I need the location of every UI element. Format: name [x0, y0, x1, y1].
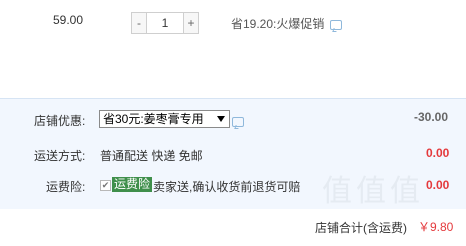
item-price: 59.00	[53, 13, 84, 27]
shipping-label: 运送方式:	[34, 149, 86, 163]
shipping-method: 普通配送 快递 免邮	[100, 149, 203, 163]
insurance-amount: 0.00	[426, 178, 450, 192]
qty-decrease-button[interactable]: -	[131, 12, 147, 34]
insurance-checkbox[interactable]: ✔	[100, 180, 111, 191]
item-promo: 省19.20:火爆促销	[231, 15, 343, 32]
discount-label: 店铺优惠:	[34, 114, 86, 128]
total-amount: ￥9.80	[418, 220, 454, 234]
discount-amount: -30.00	[414, 110, 449, 124]
qty-input[interactable]: 1	[147, 12, 183, 34]
insurance-tag: 运费险	[112, 177, 153, 192]
quantity-stepper: - 1 +	[131, 12, 199, 34]
insurance-text: 卖家送,确认收货前退货可赔	[153, 180, 301, 194]
discount-selected-value: 省30元:姜枣膏专用	[103, 112, 204, 126]
note-icon[interactable]	[330, 19, 343, 30]
qty-increase-button[interactable]: +	[183, 12, 199, 34]
promo-text: 省19.20:火爆促销	[231, 17, 325, 31]
watermark: 值值值	[322, 175, 424, 208]
dropdown-arrow-icon[interactable]	[217, 116, 225, 122]
shipping-amount: 0.00	[426, 146, 450, 160]
total-label: 店铺合计(含运费)	[315, 221, 407, 235]
insurance-label: 运费险:	[46, 180, 86, 194]
discount-select[interactable]: 省30元:姜枣膏专用	[99, 110, 230, 128]
note-icon[interactable]	[232, 116, 244, 127]
